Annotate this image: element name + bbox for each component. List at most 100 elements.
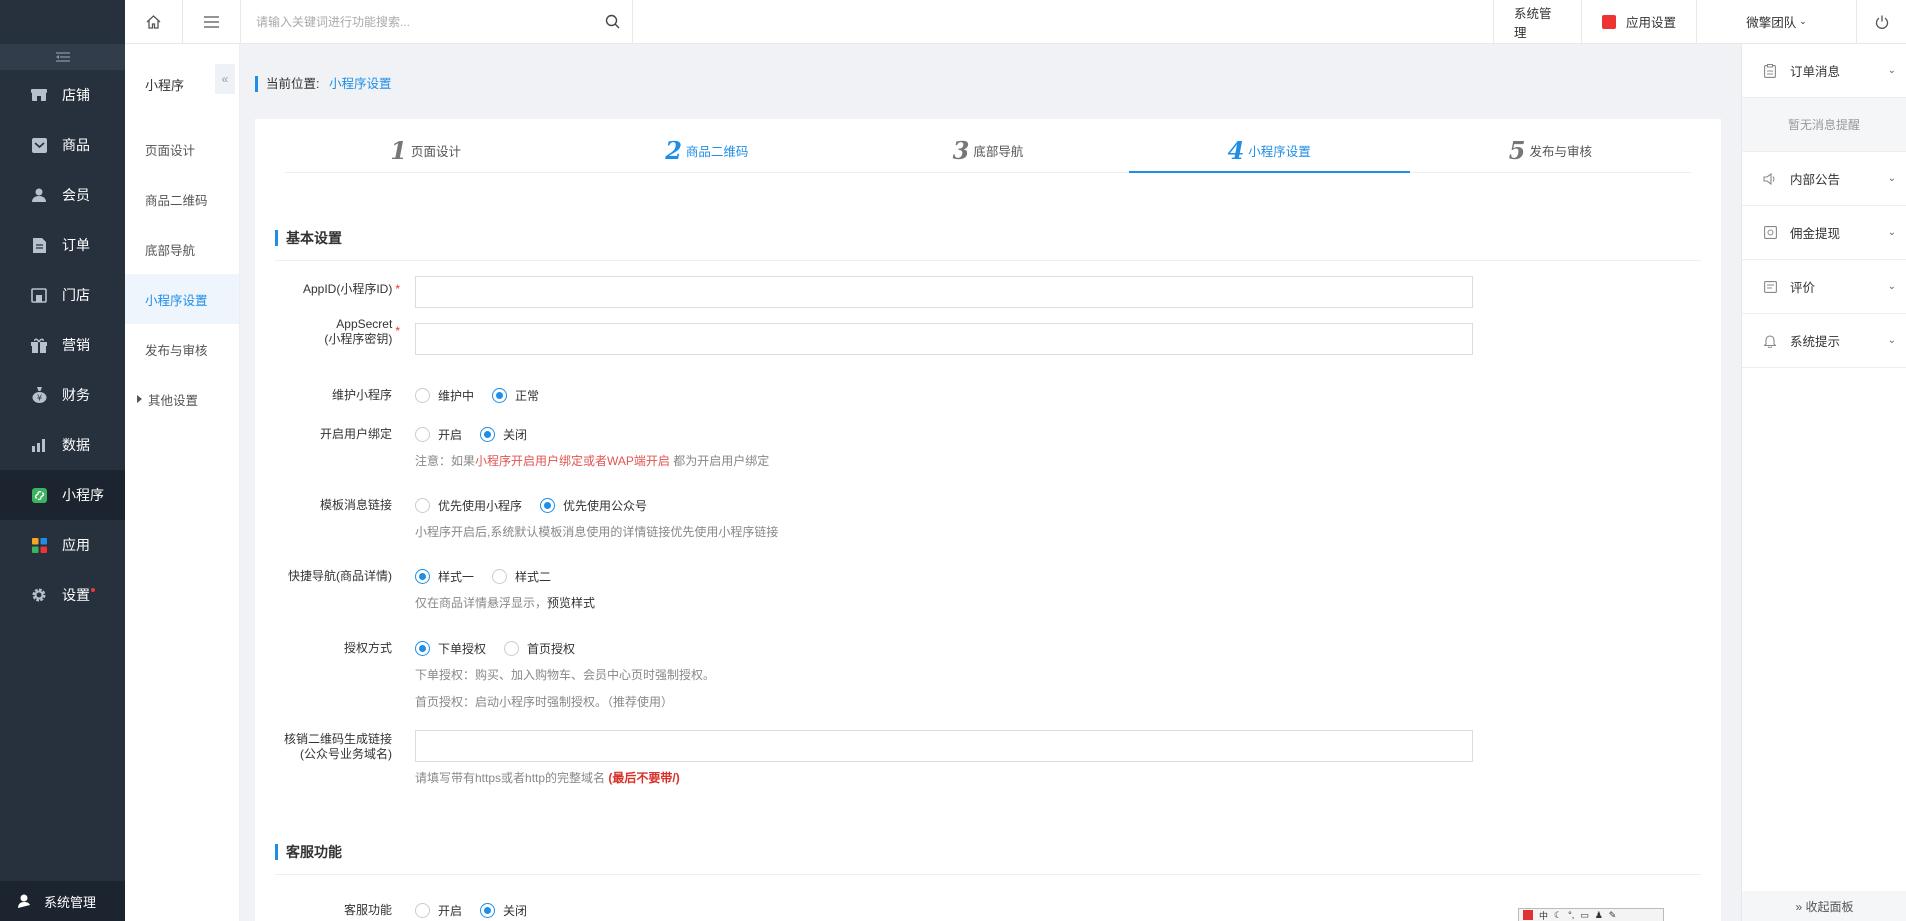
- sidebar-item-label: 商品: [62, 137, 90, 153]
- template-link-hint: 小程序开启后,系统默认模板消息使用的详情链接优先使用小程序链接: [415, 525, 779, 539]
- verify-qrcode-label: 核销二维码生成链接 (公众号业务域名): [247, 732, 392, 762]
- radio-label: 优先使用公众号: [563, 499, 648, 513]
- collapse-panel-button[interactable]: » 收起面板: [1742, 891, 1906, 921]
- appsecret-input[interactable]: [415, 323, 1473, 355]
- template-link-radio-group: 优先使用小程序 优先使用公众号: [415, 497, 665, 514]
- chevron-down-icon: ⌄: [1799, 16, 1807, 26]
- ime-toolbar[interactable]: 中 ☾ °, ▭ ♟ ✎: [1518, 908, 1664, 921]
- sidebar-item-data[interactable]: 数据: [0, 420, 125, 470]
- subnav-item-page-design[interactable]: 页面设计: [125, 124, 239, 174]
- sidebar-item-label: 订单: [62, 237, 90, 253]
- panel-order-messages[interactable]: 订单消息 ⌄: [1742, 44, 1906, 98]
- subnav-item-other-settings[interactable]: 其他设置: [125, 374, 239, 424]
- verify-domain-hint: 请填写带有https或者http的完整域名 (最后不要带/): [415, 769, 680, 786]
- sidebar-item-label: 店铺: [62, 87, 90, 103]
- radio-home-auth[interactable]: 首页授权: [504, 640, 575, 657]
- maintain-radio-group: 维护中 正常: [415, 387, 557, 404]
- team-dropdown[interactable]: 微擎团队 ⌄: [1696, 0, 1856, 43]
- panel-item-label: 评价: [1790, 281, 1816, 295]
- breadcrumb-current[interactable]: 小程序设置: [329, 77, 392, 91]
- step-miniprogram-settings[interactable]: 4 小程序设置: [1128, 119, 1411, 173]
- logout-button[interactable]: [1856, 0, 1906, 43]
- radio-circle: [492, 388, 508, 403]
- chevron-down-icon: ⌄: [1887, 65, 1896, 76]
- subnav-item-miniprogram-settings[interactable]: 小程序设置: [125, 274, 239, 324]
- sidebar-item-apps[interactable]: 应用: [0, 520, 125, 570]
- panel-internal-notice[interactable]: 内部公告 ⌄: [1742, 152, 1906, 206]
- chevron-down-icon: ⌄: [1887, 227, 1896, 238]
- step-label: 商品二维码: [685, 145, 749, 159]
- panel-item-label: 订单消息: [1790, 65, 1841, 79]
- app-settings-link[interactable]: 应用设置: [1581, 0, 1696, 43]
- verify-label-line2: (公众号业务域名): [300, 747, 392, 761]
- sidebar-item-marketing[interactable]: 营销: [0, 320, 125, 370]
- header-spacer: [633, 0, 1493, 43]
- auth-mode-radio-group: 下单授权 首页授权: [415, 640, 593, 657]
- radio-prefer-miniprogram[interactable]: 优先使用小程序: [415, 497, 522, 514]
- sidebar-item-product[interactable]: 商品: [0, 120, 125, 170]
- subnav-fold-button[interactable]: «: [215, 64, 235, 94]
- verify-domain-input[interactable]: [415, 730, 1473, 762]
- section-title-basic: 基本设置: [275, 230, 342, 246]
- home-button[interactable]: [125, 0, 183, 43]
- function-search[interactable]: 请输入关键词进行功能搜索...: [241, 0, 633, 43]
- breadcrumb-prefix: 当前位置:: [266, 77, 320, 91]
- radio-circle: [415, 569, 430, 584]
- sidebar-item-finance[interactable]: ¥ 财务: [0, 370, 125, 420]
- sidebar-item-miniprogram[interactable]: 小程序: [0, 470, 125, 520]
- subnav-item-bottom-nav[interactable]: 底部导航: [125, 224, 239, 274]
- sidebar-item-shop[interactable]: 门店: [0, 270, 125, 320]
- subnav-item-publish-review[interactable]: 发布与审核: [125, 324, 239, 374]
- template-link-label: 模板消息链接: [319, 498, 392, 512]
- appsecret-label-line2: (小程序密钥): [324, 332, 393, 346]
- radio-bind-on[interactable]: 开启: [415, 426, 462, 443]
- maintain-label: 维护小程序: [331, 388, 392, 402]
- step-page-design[interactable]: 1 页面设计: [285, 119, 566, 172]
- sidebar-system-manage[interactable]: 系统管理: [0, 881, 125, 921]
- search-input[interactable]: 请输入关键词进行功能搜索...: [256, 13, 410, 30]
- appid-input[interactable]: [415, 276, 1473, 308]
- radio-prefer-official-account[interactable]: 优先使用公众号: [540, 497, 647, 514]
- store-icon: [30, 86, 48, 104]
- radio-normal[interactable]: 正常: [492, 387, 539, 404]
- menu-toggle-button[interactable]: [183, 0, 241, 43]
- hint-text: 仅在商品详情悬浮显示，: [415, 596, 548, 610]
- clipboard-icon: [1762, 63, 1778, 79]
- step-product-qrcode[interactable]: 2 商品二维码: [566, 119, 847, 172]
- radio-service-on[interactable]: 开启: [415, 902, 462, 919]
- sidebar-item-member[interactable]: 会员: [0, 170, 125, 220]
- step-number: 4: [1227, 136, 1245, 165]
- step-publish-review[interactable]: 5 发布与审核: [1410, 119, 1691, 172]
- panel-system-tips[interactable]: 系统提示 ⌄: [1742, 314, 1906, 368]
- radio-style-two[interactable]: 样式二: [492, 568, 551, 585]
- auth-mode-label: 授权方式: [343, 641, 392, 655]
- ime-tools-icon: ✎: [1608, 909, 1617, 920]
- radio-circle: [415, 427, 430, 442]
- sidebar-item-order[interactable]: 订单: [0, 220, 125, 270]
- step-bottom-nav[interactable]: 3 底部导航: [847, 119, 1128, 172]
- radio-service-off[interactable]: 关闭: [480, 902, 527, 919]
- secondary-nav: 小程序 « 页面设计 商品二维码 底部导航 小程序设置 发布与审核 其他设置: [125, 44, 240, 921]
- search-icon: [605, 14, 620, 29]
- team-label: 微擎团队: [1746, 16, 1797, 30]
- radio-style-one[interactable]: 样式一: [415, 568, 474, 585]
- hint-highlight: 小程序开启用户绑定或者WAP端开启: [475, 454, 670, 468]
- sidebar-item-settings[interactable]: 设置: [0, 570, 125, 620]
- radio-bind-off[interactable]: 关闭: [480, 426, 527, 443]
- radio-maintaining[interactable]: 维护中: [415, 387, 474, 404]
- step-progress: 1 页面设计 2 商品二维码 3 底部导航 4 小程序设置 5 发布与审核: [285, 119, 1691, 173]
- system-manage-link[interactable]: 系统管理: [1493, 0, 1581, 43]
- panel-commission-withdraw[interactable]: 佣金提现 ⌄: [1742, 206, 1906, 260]
- panel-reviews[interactable]: 评价 ⌄: [1742, 260, 1906, 314]
- sidebar-collapse-toggle[interactable]: [0, 44, 125, 70]
- subnav-item-product-qrcode[interactable]: 商品二维码: [125, 174, 239, 224]
- gear-icon: [30, 586, 48, 604]
- preview-style-link[interactable]: 预览样式: [547, 596, 595, 610]
- subnav-title-text: 小程序: [145, 77, 185, 93]
- ime-moon-icon: ☾: [1554, 909, 1563, 920]
- sidebar-item-store[interactable]: 店铺: [0, 70, 125, 120]
- section-divider: [275, 874, 1701, 875]
- radio-order-auth[interactable]: 下单授权: [415, 640, 486, 657]
- radio-label: 样式一: [438, 570, 475, 584]
- sidebar-bottom-label: 系统管理: [44, 894, 97, 910]
